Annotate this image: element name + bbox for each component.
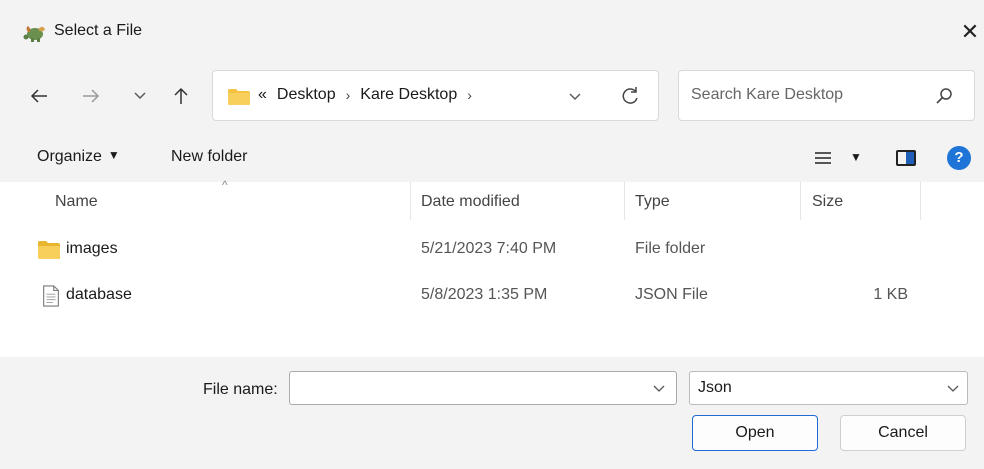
file-name[interactable]: images: [66, 229, 118, 269]
command-bar: Organize ▼ New folder ▼ ?: [0, 136, 984, 182]
refresh-icon[interactable]: [618, 84, 642, 108]
search-icon[interactable]: [935, 86, 955, 106]
file-type-value: Json: [698, 379, 732, 396]
cancel-button[interactable]: Cancel: [840, 415, 966, 451]
file-name-field[interactable]: [289, 371, 677, 405]
turtle-icon: [23, 26, 45, 42]
list-item[interactable]: images 5/21/2023 7:40 PM File folder: [0, 229, 984, 269]
document-icon: [43, 285, 59, 307]
breadcrumb-separator[interactable]: ›: [467, 87, 472, 103]
file-date: 5/8/2023 1:35 PM: [421, 286, 548, 303]
arrow-left-icon[interactable]: [26, 82, 52, 110]
file-date: 5/21/2023 7:40 PM: [421, 240, 557, 257]
column-header-type[interactable]: Type: [635, 193, 670, 231]
file-size: 1 KB: [873, 286, 908, 303]
column-divider[interactable]: [920, 182, 921, 220]
column-header-date[interactable]: Date modified: [421, 193, 520, 231]
list-view-icon[interactable]: [812, 147, 834, 169]
arrow-right-icon: [78, 82, 104, 110]
organize-button[interactable]: Organize ▼: [37, 148, 120, 166]
column-header-size[interactable]: Size: [812, 193, 843, 231]
help-icon[interactable]: ?: [947, 146, 971, 170]
breadcrumb-separator[interactable]: ›: [346, 87, 351, 103]
open-button[interactable]: Open: [692, 415, 818, 451]
column-divider[interactable]: [624, 182, 625, 220]
file-list: ^ Name Date modified Type Size images 5/…: [0, 178, 984, 357]
breadcrumb-item-kare-desktop[interactable]: Kare Desktop: [360, 86, 457, 104]
chevron-down-icon[interactable]: [946, 381, 960, 395]
search-input[interactable]: Search Kare Desktop: [691, 86, 843, 104]
file-size: [768, 229, 908, 269]
preview-pane-icon[interactable]: [896, 150, 916, 166]
caret-down-icon[interactable]: ▼: [850, 150, 862, 164]
folder-icon: [228, 89, 250, 105]
new-folder-button[interactable]: New folder: [171, 148, 247, 166]
close-icon[interactable]: ✕: [958, 18, 982, 46]
title-bar: Select a File ✕: [0, 0, 984, 64]
column-divider[interactable]: [410, 182, 411, 220]
breadcrumb: « Desktop › Kare Desktop ›: [258, 86, 472, 104]
breadcrumb-overflow[interactable]: «: [258, 86, 267, 104]
organize-label: Organize: [37, 148, 102, 165]
search-box[interactable]: Search Kare Desktop: [678, 70, 975, 121]
folder-icon: [38, 241, 60, 259]
chevron-down-icon[interactable]: [127, 82, 153, 110]
navigation-bar: « Desktop › Kare Desktop › Search Kare D…: [0, 64, 984, 136]
file-type: File folder: [635, 240, 706, 257]
column-divider[interactable]: [800, 182, 801, 220]
chevron-down-icon[interactable]: [652, 381, 666, 395]
sort-indicator-icon: ^: [222, 178, 228, 192]
file-name[interactable]: database: [66, 275, 132, 315]
breadcrumb-item-desktop[interactable]: Desktop: [277, 86, 336, 104]
file-type-select[interactable]: Json: [689, 371, 968, 405]
dialog-footer: File name: Json Open Cancel: [0, 357, 984, 469]
list-item[interactable]: database 5/8/2023 1:35 PM JSON File 1 KB: [0, 275, 984, 315]
chevron-down-icon[interactable]: [565, 86, 585, 106]
file-name-label: File name:: [203, 381, 278, 398]
address-bar[interactable]: « Desktop › Kare Desktop ›: [212, 70, 659, 121]
column-header-name[interactable]: Name: [55, 193, 98, 231]
caret-down-icon: ▼: [107, 148, 120, 162]
arrow-up-icon[interactable]: [168, 82, 194, 110]
window-title: Select a File: [54, 22, 143, 39]
file-type: JSON File: [635, 286, 708, 303]
